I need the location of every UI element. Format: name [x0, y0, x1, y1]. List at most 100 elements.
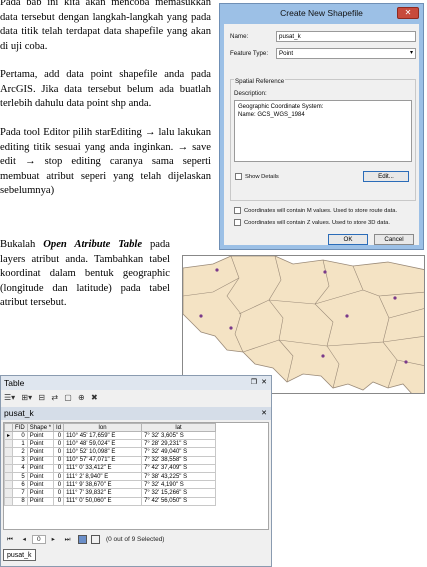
spatial-reference-label: Spatial Reference — [234, 78, 286, 85]
description-line-2: Name: GCS_WGS_1984 — [238, 111, 305, 118]
table-row[interactable]: ▸ 0 Point 0 110° 45' 17,659" E 7° 32' 3,605" … — [3, 430, 217, 441]
cell-id: 0 — [53, 496, 65, 506]
row-selector[interactable]: ▸ — [3, 430, 14, 441]
table-row[interactable]: 6 Point 0 111° 9' 38,670" E 7° 32' 4,190" S — [3, 480, 217, 490]
table-row[interactable]: 8 Point 0 111° 0' 50,060" E 7° 42' 56,050" S — [3, 496, 217, 506]
cell-lon: 110° 48' 59,024" E — [63, 439, 143, 449]
spatial-reference-group: Spatial Reference Description: Geographi… — [230, 78, 416, 201]
map-point[interactable] — [404, 360, 408, 364]
first-record-icon[interactable]: ⏮ — [7, 533, 13, 547]
cell-lat: 7° 42' 37,409" S — [141, 463, 217, 473]
related-tables-icon[interactable]: ⊞▾ — [21, 391, 32, 405]
table-tab-label: pusat_k — [4, 408, 34, 418]
column-header-shape[interactable]: Shape * — [26, 423, 55, 432]
map-point[interactable] — [323, 270, 327, 274]
row-selector[interactable] — [3, 471, 14, 482]
map-point[interactable] — [393, 296, 397, 300]
row-selector[interactable] — [3, 463, 14, 473]
map-point[interactable] — [345, 314, 349, 318]
next-record-icon[interactable]: ▸ — [52, 533, 55, 547]
zoom-to-selected-icon[interactable]: ⊕ — [78, 391, 85, 405]
feature-type-label: Feature Type: — [230, 50, 269, 57]
cell-id: 0 — [53, 480, 65, 490]
close-icon[interactable]: ✕ — [261, 376, 267, 390]
column-header-lon[interactable]: lon — [63, 423, 143, 432]
edit-button[interactable]: Edit... — [363, 171, 409, 182]
table-tab[interactable]: pusat_k ✕ — [1, 407, 271, 420]
cell-shape: Point — [26, 496, 55, 506]
cell-lon: 111° 0' 33,412" E — [63, 463, 143, 473]
paragraph-editing: Pada tool Editor pilih starEditing → lal… — [0, 127, 211, 197]
cell-fid: 8 — [12, 496, 28, 506]
table-row[interactable]: 3 Point 0 110° 57' 47,071" E 7° 32' 38,558" … — [3, 455, 217, 465]
row-selector[interactable] — [3, 496, 14, 506]
show-selected-records-icon[interactable] — [91, 534, 101, 544]
cell-fid: 1 — [12, 439, 28, 449]
cell-lon: 110° 52' 10,098" E — [63, 447, 143, 457]
delete-selected-icon[interactable]: ✖ — [91, 391, 98, 405]
name-label: Name: — [230, 33, 249, 40]
chevron-down-icon: ▾ — [409, 50, 413, 56]
row-selector[interactable] — [3, 439, 14, 449]
paragraph-intro: Pada bab ini kita akan mencoba memasukka… — [0, 0, 211, 52]
table-options-icon[interactable]: ☰▾ — [4, 391, 15, 405]
previous-record-icon[interactable]: ◂ — [23, 533, 26, 547]
row-selector[interactable] — [3, 480, 14, 490]
cancel-button[interactable]: Cancel — [374, 234, 414, 245]
table-row[interactable]: 4 Point 0 111° 0' 33,412" E 7° 42' 37,409" S — [3, 463, 217, 473]
table-row[interactable]: 2 Point 0 110° 52' 10,098" E 7° 32' 49,040" … — [3, 447, 217, 457]
close-icon[interactable]: ✕ — [261, 407, 267, 420]
z-values-checkbox[interactable]: Coordinates will contain Z values. Used … — [234, 219, 390, 226]
close-button[interactable]: ✕ — [397, 7, 419, 19]
cell-fid: 3 — [12, 455, 28, 465]
cell-id: 0 — [53, 455, 65, 465]
map-point[interactable] — [215, 268, 219, 272]
attribute-table: FID Shape * Id lon lat ▸ 0 Point 0 110° 45' … — [3, 423, 217, 506]
cell-id: 0 — [53, 439, 65, 449]
last-record-icon[interactable]: ⏭ — [65, 533, 71, 547]
dialog-body: Name: pusat_k Feature Type: Point ▾ Spat… — [224, 24, 419, 245]
open-attribute-table-emphasis: Open Atribute Table — [43, 239, 143, 250]
paragraph-attribute-table: Bukalah Open Atribute Table pada layers … — [0, 238, 170, 311]
show-all-records-icon[interactable] — [78, 534, 88, 544]
row-selector[interactable] — [3, 488, 14, 498]
m-values-label: Coordinates will contain M values. Used … — [244, 208, 398, 215]
map-point[interactable] — [229, 326, 233, 330]
footer-table-tab[interactable]: pusat_k — [3, 549, 36, 561]
cell-fid: 0 — [12, 430, 28, 441]
map-point[interactable] — [199, 314, 203, 318]
ok-button[interactable]: OK — [328, 234, 368, 245]
cell-lat: 7° 32' 49,040" S — [141, 447, 217, 457]
table-window: Table ❐ ✕ ☰▾ ⊞▾ ⊟ ⇄ ▢ ⊕ ✖ pusat_k ✕ FID … — [0, 375, 272, 567]
cell-lon: 111° 2' 8,940" E — [63, 471, 143, 482]
record-number-input[interactable]: 0 — [31, 534, 46, 544]
table-row[interactable]: 5 Point 0 111° 2' 8,940" E 7° 38' 43,225" S — [3, 471, 217, 482]
map-view[interactable] — [182, 255, 425, 394]
row-selector[interactable] — [3, 455, 14, 465]
cell-fid: 2 — [12, 447, 28, 457]
cell-id: 0 — [53, 430, 65, 441]
cell-lat: 7° 32' 3,605" S — [141, 430, 217, 441]
restore-icon[interactable]: ❐ — [251, 376, 257, 390]
m-values-checkbox[interactable]: Coordinates will contain M values. Used … — [234, 207, 397, 214]
table-row[interactable]: 7 Point 0 111° 7' 39,832" E 7° 32' 15,266" S — [3, 488, 217, 498]
clear-selection-icon[interactable]: ▢ — [64, 391, 72, 405]
column-header-id[interactable]: Id — [53, 423, 65, 432]
column-header-fid[interactable]: FID — [12, 423, 28, 432]
checkbox-box — [234, 207, 241, 214]
cell-fid: 7 — [12, 488, 28, 498]
show-details-checkbox[interactable]: Show Details — [235, 173, 279, 180]
cell-fid: 4 — [12, 463, 28, 473]
switch-selection-icon[interactable]: ⇄ — [51, 391, 58, 405]
select-by-attributes-icon[interactable]: ⊟ — [38, 391, 45, 405]
cell-id: 0 — [53, 471, 65, 482]
feature-type-select[interactable]: Point ▾ — [276, 48, 416, 59]
show-details-label: Show Details — [245, 174, 279, 181]
row-selector[interactable] — [3, 447, 14, 457]
name-input[interactable]: pusat_k — [276, 31, 416, 42]
table-row[interactable]: 1 Point 0 110° 48' 59,024" E 7° 28' 29,231" … — [3, 439, 217, 449]
map-point[interactable] — [321, 354, 325, 358]
description-textarea[interactable]: Geographic Coordinate System: Name: GCS_… — [234, 100, 412, 162]
row-selector-header[interactable] — [3, 423, 14, 432]
column-header-lat[interactable]: lat — [141, 423, 217, 432]
